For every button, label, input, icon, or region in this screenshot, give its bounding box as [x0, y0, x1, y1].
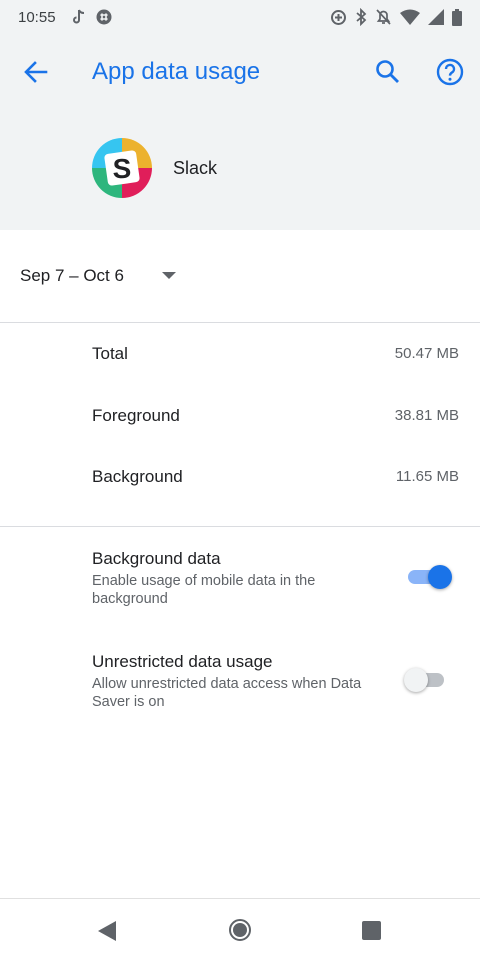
help-button[interactable] — [434, 56, 466, 88]
setting-title: Background data — [92, 549, 221, 568]
slack-notification-icon — [96, 9, 112, 25]
usage-row-foreground: Foreground 38.81 MB — [0, 385, 480, 446]
usage-label: Foreground — [92, 406, 180, 425]
page-title: App data usage — [92, 58, 261, 85]
date-range-dropdown[interactable]: Sep 7 – Oct 6 — [0, 230, 480, 322]
status-bar: 10:55 — [0, 0, 480, 36]
battery-icon — [452, 8, 462, 26]
status-right-icons — [330, 8, 462, 26]
svg-text:S: S — [113, 153, 132, 184]
usage-row-background: Background 11.65 MB — [0, 446, 480, 507]
usage-row-total: Total 50.47 MB — [0, 323, 480, 384]
back-button[interactable] — [20, 56, 52, 88]
divider — [0, 526, 480, 527]
usage-value: 38.81 MB — [394, 407, 459, 424]
usage-label: Total — [92, 344, 128, 363]
arrow-back-icon — [24, 61, 48, 83]
usage-label: Background — [92, 467, 183, 486]
wifi-icon — [400, 9, 420, 25]
setting-unrestricted-data[interactable]: Unrestricted data usage Allow unrestrict… — [0, 651, 480, 721]
signal-icon — [428, 9, 444, 25]
nav-home-icon — [229, 919, 251, 941]
nav-home-button[interactable] — [229, 919, 251, 941]
search-button[interactable] — [372, 56, 404, 88]
data-saver-icon — [331, 9, 346, 25]
background-data-toggle[interactable] — [404, 564, 452, 589]
nav-recents-icon — [362, 921, 381, 940]
app-name: Slack — [173, 158, 218, 178]
system-nav-bar — [0, 898, 480, 961]
search-icon — [376, 60, 399, 83]
app-header: App data usage S Slack — [0, 36, 480, 230]
setting-title: Unrestricted data usage — [92, 652, 273, 671]
help-icon — [436, 58, 464, 86]
mute-icon — [376, 9, 391, 25]
dropdown-arrow-icon — [162, 272, 176, 279]
status-time: 10:55 — [18, 9, 56, 26]
slack-logo: S — [92, 138, 152, 198]
toggle-thumb — [428, 565, 452, 589]
date-range-label: Sep 7 – Oct 6 — [20, 266, 124, 285]
nav-recents-button[interactable] — [362, 921, 381, 940]
status-left-icons — [72, 9, 112, 25]
tiktok-icon — [73, 9, 85, 24]
usage-value: 50.47 MB — [394, 345, 459, 362]
nav-back-icon — [98, 921, 116, 941]
bluetooth-icon — [356, 8, 367, 26]
unrestricted-data-toggle[interactable] — [404, 667, 450, 692]
usage-value: 11.65 MB — [395, 468, 459, 485]
setting-background-data[interactable]: Background data Enable usage of mobile d… — [0, 548, 480, 618]
nav-back-button[interactable] — [97, 920, 117, 942]
setting-summary: Enable usage of mobile data in the backg… — [92, 573, 316, 607]
setting-summary: Allow unrestricted data access when Data… — [92, 676, 362, 710]
toggle-thumb — [404, 668, 428, 692]
